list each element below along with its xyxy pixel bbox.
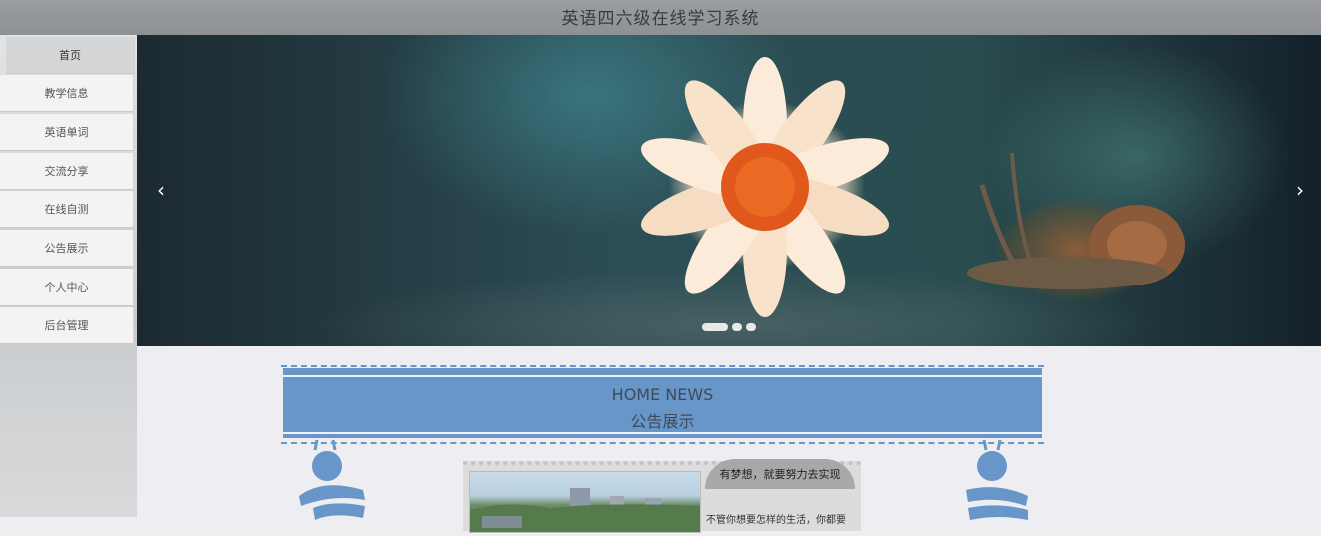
mascot-left-decoration (299, 439, 365, 520)
chevron-right-icon: › (1296, 178, 1304, 202)
news-card-title[interactable]: 有梦想，就要努力去实现 (705, 459, 855, 489)
carousel-dot-2[interactable] (732, 323, 742, 331)
chevron-left-icon: ‹ (157, 178, 165, 202)
carousel-banner[interactable]: ‹ › (137, 35, 1321, 346)
news-heading-cn: 公告展示 (630, 412, 695, 431)
news-heading-en: HOME NEWS (611, 385, 714, 404)
carousel-next-button[interactable]: › (1285, 175, 1315, 205)
nav-item-teaching-info[interactable]: 教学信息 (0, 75, 134, 112)
news-card-excerpt: 不管你想要怎样的生活，你都要 (706, 515, 846, 526)
carousel-dot-1[interactable] (702, 323, 728, 331)
nav-item-admin[interactable]: 后台管理 (0, 307, 134, 344)
news-heading-banner: HOME NEWS 公告展示 (281, 365, 1044, 444)
top-header: 英语四六级在线学习系统 (0, 0, 1321, 35)
carousel-dot-3[interactable] (746, 323, 756, 331)
banner-image (641, 57, 1185, 317)
nav-item-share[interactable]: 交流分享 (0, 153, 134, 190)
carousel-prev-button[interactable]: ‹ (146, 175, 176, 205)
site-title: 英语四六级在线学习系统 (561, 9, 760, 29)
mascot-right-decoration (966, 439, 1028, 520)
sidebar: 首页 教学信息 英语单词 交流分享 在线自测 公告展示 个人中心 后台管理 (0, 35, 137, 517)
campus-photo (470, 488, 700, 532)
nav-item-announcements[interactable]: 公告展示 (0, 230, 134, 267)
news-card[interactable]: 有梦想，就要努力去实现 不管你想要怎样的生活，你都要 (463, 459, 861, 533)
nav-item-english-words[interactable]: 英语单词 (0, 114, 134, 151)
carousel-indicators (702, 323, 756, 331)
nav-item-self-test[interactable]: 在线自测 (0, 191, 134, 228)
nav-item-personal-center[interactable]: 个人中心 (0, 269, 134, 306)
news-card-image[interactable] (469, 471, 701, 533)
nav-item-home[interactable]: 首页 (6, 37, 135, 74)
